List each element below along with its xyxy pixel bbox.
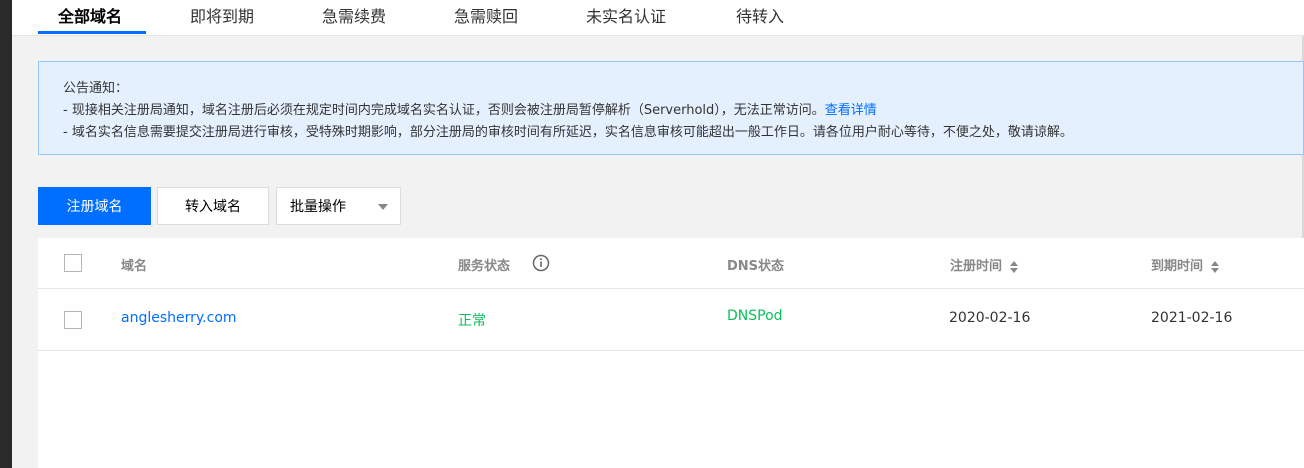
notice-title: 公告通知： [63,81,129,96]
header-expire-time[interactable]: 到期时间 [1151,255,1220,274]
header-domain: 域名 [121,259,148,274]
view-details-link[interactable]: 查看详情 [825,103,877,118]
service-status-value: 正常 [458,313,486,329]
sort-icon [1010,260,1019,273]
domain-tabs: 全部域名 即将到期 急需续费 急需赎回 未实名认证 待转入 [12,0,1304,36]
sort-icon [1211,260,1220,273]
notice-line-2: - 域名实名信息需要提交注册局进行审核，受特殊时期影响，部分注册局的审核时间有所… [63,125,1073,140]
dns-status-value: DNSPod [727,308,783,324]
tab-renewal-needed[interactable]: 急需续费 [322,0,386,34]
register-time-value: 2020-02-16 [949,310,1031,326]
row-checkbox[interactable] [64,311,82,329]
tab-all-domains[interactable]: 全部域名 [58,0,122,34]
select-all-checkbox[interactable] [64,254,82,272]
header-service-status: 服务状态 [458,259,511,274]
transfer-domain-button[interactable]: 转入域名 [157,187,269,225]
notice-line-1: - 现接相关注册局通知，域名注册后必须在规定时间内完成域名实名认证，否则会被注册… [63,99,877,118]
expire-time-value: 2021-02-16 [1151,310,1233,326]
domain-table: 域名 服务状态 DNS状态 注册时间 到期时间 anglesherry.com … [38,238,1304,468]
tab-unverified[interactable]: 未实名认证 [586,0,666,34]
active-tab-indicator [38,31,146,34]
header-expire-time-label: 到期时间 [1151,259,1204,274]
chevron-down-icon [378,204,388,210]
batch-operation-label: 批量操作 [290,199,346,215]
header-register-time-label: 注册时间 [950,259,1003,274]
header-register-time[interactable]: 注册时间 [950,255,1019,274]
announcement-notice: 公告通知： - 现接相关注册局通知，域名注册后必须在规定时间内完成域名实名认证，… [38,61,1304,155]
register-domain-button[interactable]: 注册域名 [38,187,151,225]
batch-operation-select[interactable]: 批量操作 [276,187,401,225]
table-row: anglesherry.com 正常 DNSPod 2020-02-16 202… [38,289,1304,351]
tab-pending-transfer[interactable]: 待转入 [736,0,784,34]
tab-expiring-soon[interactable]: 即将到期 [190,0,254,34]
domain-link[interactable]: anglesherry.com [121,310,237,326]
notice-line-1-text: - 现接相关注册局通知，域名注册后必须在规定时间内完成域名实名认证，否则会被注册… [63,103,825,118]
tab-redemption-needed[interactable]: 急需赎回 [454,0,518,34]
left-window-edge [0,0,12,468]
table-header: 域名 服务状态 DNS状态 注册时间 到期时间 [38,238,1304,289]
header-dns-status: DNS状态 [727,259,785,274]
info-icon[interactable] [532,254,550,272]
